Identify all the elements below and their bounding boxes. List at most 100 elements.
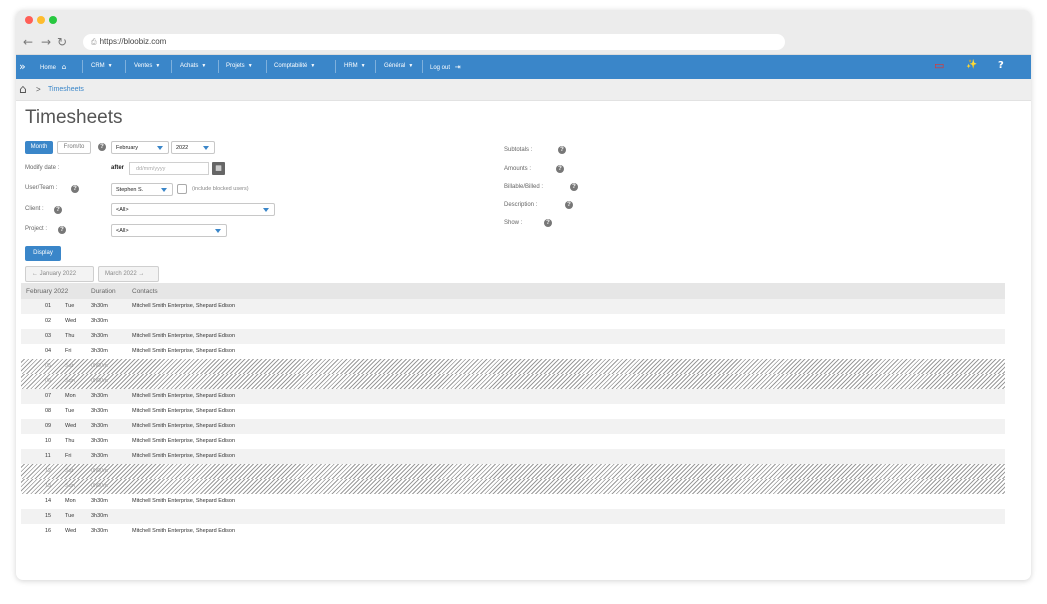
nav-comptabilite[interactable]: Comptabilité ▼ [274,63,315,69]
forward-arrow-icon[interactable]: → [41,35,51,49]
day-number: 01 [45,303,52,309]
day-name: Mon [65,393,76,399]
help-icon[interactable]: ? [558,146,566,154]
reload-icon[interactable]: ↻ [57,35,67,49]
day-number: 04 [45,348,52,354]
table-row[interactable]: 09 Wed 3h30m Mitchell Smith Enterprise, She… [21,419,1005,434]
table-row[interactable]: 13 Sun 0h00m [21,479,1005,494]
next-month-button[interactable]: March 2022 → [98,266,159,282]
help-icon[interactable]: ? [544,219,552,227]
include-blocked-label: (include blocked users) [192,186,249,192]
contacts-cell: Mitchell Smith Enterprise, Shepard Ediso… [132,438,236,444]
table-row[interactable]: 04 Fri 3h30m Mitchell Smith Enterprise, She… [21,344,1005,359]
show-label: Show : [504,220,523,226]
duration-cell: 3h30m [91,393,108,399]
nav-ventes[interactable]: Ventes ▼ [134,63,160,69]
duration-cell: 0h00m [91,483,108,489]
table-header: February 2022 Duration Contacts [21,283,1005,299]
monitor-icon[interactable]: ▭ [934,59,944,72]
subtotals-label: Subtotals : [504,147,533,153]
day-name: Thu [65,333,75,339]
chevron-down-icon: ▼ [408,63,414,69]
table-row[interactable]: 12 Sat 0h00m [21,464,1005,479]
contacts-cell: Mitchell Smith Enterprise, Shepard Ediso… [132,348,236,354]
nav-crm[interactable]: CRM ▼ [91,63,113,69]
calendar-icon[interactable]: ▦ [212,162,225,175]
day-number: 16 [45,528,52,534]
table-row[interactable]: 15 Tue 3h30m [21,509,1005,524]
client-label: Client : [25,206,44,212]
duration-cell: 0h00m [91,468,108,474]
logout-icon: ⇥ [454,63,461,71]
home-icon: ⌂ [61,63,67,71]
nav-home[interactable]: Home ⌂ [40,63,66,71]
day-name: Sat [65,468,74,474]
duration-cell: 3h30m [91,303,108,309]
duration-cell: 3h30m [91,513,108,519]
amounts-label: Amounts : [504,166,532,172]
client-select[interactable]: <All> [111,203,275,216]
help-icon[interactable]: ? [71,185,79,193]
day-name: Fri [65,453,72,459]
timesheet-table: February 2022 Duration Contacts 01 Tue 3h3… [21,283,1005,539]
duration-cell: 3h30m [91,333,108,339]
top-navigation: » Home ⌂ CRM ▼ Ventes ▼ Achats ▼ Projets ▼ C… [16,55,1031,79]
display-button[interactable]: Display [25,246,61,261]
table-row[interactable]: 14 Mon 3h30m Mitchell Smith Enterprise, She… [21,494,1005,509]
chevron-down-icon [215,229,221,233]
breadcrumb-current[interactable]: Timesheets [48,86,84,93]
help-icon[interactable]: ? [998,60,1004,71]
contacts-cell: Mitchell Smith Enterprise, Shepard Ediso… [132,423,236,429]
table-row[interactable]: 08 Tue 3h30m Mitchell Smith Enterprise, She… [21,404,1005,419]
header-period: February 2022 [26,288,69,295]
help-icon[interactable]: ? [98,143,106,151]
expand-menu-icon[interactable]: » [19,60,26,73]
nav-hrm[interactable]: HRM ▼ [344,63,366,69]
help-icon[interactable]: ? [58,226,66,234]
project-select[interactable]: <All> [111,224,227,237]
table-row[interactable]: 02 Wed 3h30m [21,314,1005,329]
day-name: Tue [65,513,75,519]
help-icon[interactable]: ? [556,165,564,173]
browser-window: ← → ↻ ⎙ https://bloobiz.com » Home ⌂ CRM ▼… [16,10,1031,580]
chevron-down-icon: ▼ [201,63,207,69]
table-row[interactable]: 03 Thu 3h30m Mitchell Smith Enterprise, She… [21,329,1005,344]
help-icon[interactable]: ? [570,183,578,191]
from-to-mode-button[interactable]: From/to [57,141,91,154]
previous-month-button[interactable]: ← January 2022 [25,266,94,282]
include-blocked-checkbox[interactable] [177,184,187,194]
project-label: Project : [25,226,48,232]
help-icon[interactable]: ? [565,201,573,209]
url-field[interactable]: ⎙ https://bloobiz.com [83,34,785,50]
table-row[interactable]: 10 Thu 3h30m Mitchell Smith Enterprise, She… [21,434,1005,449]
month-select[interactable]: February [111,141,169,154]
year-select[interactable]: 2022 [171,141,215,154]
table-row[interactable]: 05 Sat 0h00m [21,359,1005,374]
modify-date-input[interactable]: dd/mm/yyyy [129,162,209,175]
contacts-cell: Mitchell Smith Enterprise, Shepard Ediso… [132,408,236,414]
user-select[interactable]: Stephen S. [111,183,173,196]
month-mode-button[interactable]: Month [25,141,53,154]
nav-achats[interactable]: Achats ▼ [180,63,206,69]
table-body: 01 Tue 3h30m Mitchell Smith Enterprise, She… [21,299,1005,539]
description-label: Description : [504,202,538,208]
duration-cell: 3h30m [91,408,108,414]
nav-general[interactable]: Général ▼ [384,63,413,69]
duration-cell: 0h00m [91,363,108,369]
table-row[interactable]: 07 Mon 3h30m Mitchell Smith Enterprise, She… [21,389,1005,404]
nav-logout[interactable]: Log out ⇥ [430,63,461,71]
table-row[interactable]: 01 Tue 3h30m Mitchell Smith Enterprise, She… [21,299,1005,314]
maximize-window-button[interactable] [49,16,57,24]
help-icon[interactable]: ? [54,206,62,214]
back-arrow-icon[interactable]: ← [23,35,33,49]
table-row[interactable]: 06 Sun 0h00m [21,374,1005,389]
home-icon[interactable]: ⌂ [19,82,27,96]
table-row[interactable]: 11 Fri 3h30m Mitchell Smith Enterprise, She… [21,449,1005,464]
day-name: Thu [65,438,75,444]
close-window-button[interactable] [25,16,33,24]
chevron-down-icon [263,208,269,212]
magic-wand-icon[interactable]: ✨ [966,60,977,70]
nav-projets[interactable]: Projets ▼ [226,63,253,69]
minimize-window-button[interactable] [37,16,45,24]
table-row[interactable]: 16 Wed 3h30m Mitchell Smith Enterprise, She… [21,524,1005,539]
